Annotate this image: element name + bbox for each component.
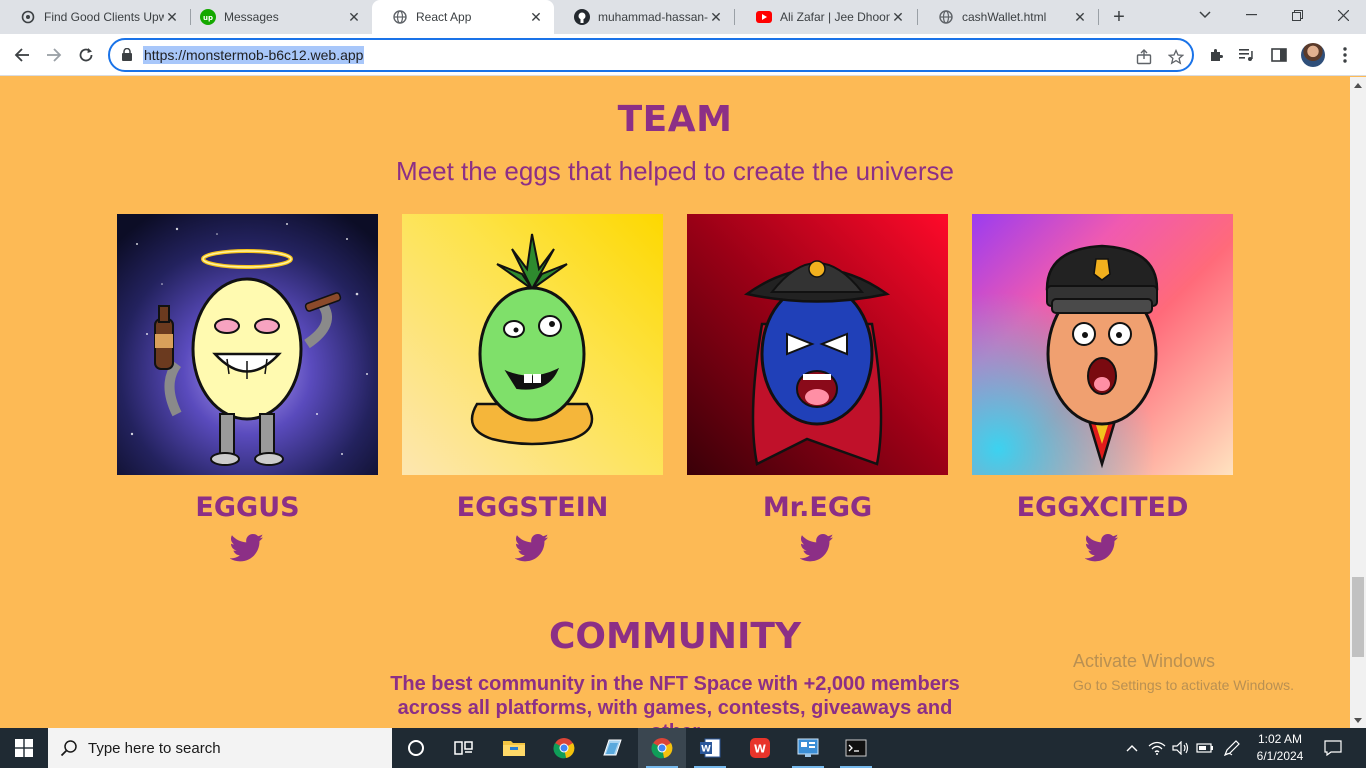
forward-arrow-icon[interactable] [42,43,66,67]
search-placeholder: Type here to search [88,739,221,757]
activate-windows-title: Activate Windows [1073,651,1216,671]
youtube-icon [756,9,772,25]
globe-icon [392,9,408,25]
tab-separator [1098,9,1099,25]
battery-icon[interactable] [1193,728,1217,768]
twitter-icon[interactable] [799,533,834,563]
svg-text:up: up [203,14,213,22]
url-text[interactable]: https://monstermob-b6c12.web.app [143,46,365,64]
menu-kebab-icon[interactable] [1334,44,1356,66]
twitter-icon[interactable] [1084,533,1119,563]
tab-label: cashWallet.html [962,10,1047,24]
back-arrow-icon[interactable] [10,43,34,67]
svg-text:W: W [701,745,711,755]
terminal-icon[interactable] [832,728,880,768]
task-view-icon[interactable] [440,728,488,768]
volume-icon[interactable] [1169,728,1193,768]
windows-taskbar: Type here to search W W 1:02 AM 6/1/2024 [0,728,1366,768]
tab-label: React App [416,10,472,24]
member-name-eggus: EGGUS [195,492,300,523]
eggus-image [117,214,378,475]
openai-icon [20,9,36,25]
pen-ink-icon[interactable] [1220,728,1244,768]
wps-office-icon[interactable]: W [736,728,784,768]
tab-search-chevron-down-icon[interactable] [1182,0,1228,30]
member-name-eggxcited: EGGXCITED [1016,492,1189,523]
new-tab-button[interactable]: + [1108,6,1130,28]
scroll-down-arrow-icon[interactable] [1350,712,1366,728]
address-bar[interactable]: https://monstermob-b6c12.web.app [108,38,1194,72]
wifi-icon[interactable] [1145,728,1169,768]
scroll-up-arrow-icon[interactable] [1350,77,1366,93]
tab-messages[interactable]: up Messages ✕ [180,0,372,34]
tab-label: Find Good Clients Upw [44,10,164,24]
tab-find-good-clients[interactable]: Find Good Clients Upw ✕ [0,0,190,34]
taskbar-clock[interactable]: 1:02 AM 6/1/2024 [1248,731,1312,765]
github-icon [574,9,590,25]
scrollbar-thumb[interactable] [1352,577,1364,657]
close-icon[interactable]: ✕ [528,9,544,25]
tab-cashwallet[interactable]: cashWallet.html ✕ [918,0,1098,34]
community-line-1: The best community in the NFT Space with… [390,673,960,695]
browser-toolbar: https://monstermob-b6c12.web.app [0,34,1366,76]
twitter-icon[interactable] [514,533,549,563]
reload-icon[interactable] [74,43,98,67]
side-panel-icon[interactable] [1268,44,1290,66]
mr-egg-image [687,214,948,475]
clock-time: 1:02 AM [1257,732,1303,746]
team-heading: TEAM [617,99,733,140]
clock-date: 6/1/2024 [1256,749,1304,763]
share-icon[interactable] [1134,47,1154,67]
lock-icon[interactable] [122,47,132,66]
team-subtitle: Meet the eggs that helped to create the … [396,156,954,186]
activate-windows-subtitle: Go to Settings to activate Windows. [1073,677,1294,693]
minimize-button[interactable] [1228,0,1274,30]
file-explorer-icon[interactable] [490,728,538,768]
word-icon[interactable]: W [686,728,734,768]
member-name-mr-egg: Mr.EGG [762,492,873,523]
close-icon[interactable]: ✕ [164,9,180,25]
community-line-2: across all platforms, with games, contes… [397,697,953,728]
control-panel-icon[interactable] [784,728,832,768]
close-icon[interactable]: ✕ [708,9,724,25]
tab-youtube[interactable]: Ali Zafar | Jee Dhoond ✕ [736,0,916,34]
eggstein-image [402,214,663,475]
notification-icon[interactable] [1320,728,1346,768]
tab-bar: Find Good Clients Upw ✕ up Messages ✕ Re… [0,0,1366,34]
page-viewport: TEAM Meet the eggs that helped to create… [0,77,1350,728]
windows-start-icon[interactable] [0,728,48,768]
tab-label: Messages [224,10,279,24]
close-window-button[interactable] [1320,0,1366,30]
page-scrollbar[interactable] [1350,77,1366,728]
eggxcited-image [972,214,1233,475]
media-playlist-icon[interactable] [1236,44,1258,66]
chevron-up-icon[interactable] [1120,728,1144,768]
app-tile-icon[interactable] [588,728,636,768]
svg-text:W: W [754,743,766,756]
close-icon[interactable]: ✕ [1072,9,1088,25]
close-icon[interactable]: ✕ [890,9,906,25]
globe-icon [938,9,954,25]
upwork-icon: up [200,9,216,25]
chrome-active-icon[interactable] [638,728,686,768]
tab-separator [734,9,735,25]
tab-react-app[interactable]: React App ✕ [372,0,554,34]
extensions-puzzle-icon[interactable] [1205,44,1227,66]
tab-label: Ali Zafar | Jee Dhoond [780,10,890,24]
profile-avatar[interactable] [1301,43,1325,67]
chrome-icon[interactable] [540,728,588,768]
community-description: The best community in the NFT Space with… [375,672,975,728]
member-name-eggstein: EGGSTEIN [456,492,609,523]
taskbar-search-box[interactable]: Type here to search [48,728,392,768]
close-icon[interactable]: ✕ [346,9,362,25]
restore-button[interactable] [1274,0,1320,30]
star-bookmark-icon[interactable] [1166,47,1186,67]
search-icon [60,739,78,761]
cortana-circle-icon[interactable] [392,728,440,768]
tab-label: muhammad-hassan-n [598,10,708,24]
twitter-icon[interactable] [229,533,264,563]
tab-github[interactable]: muhammad-hassan-n ✕ [554,0,734,34]
